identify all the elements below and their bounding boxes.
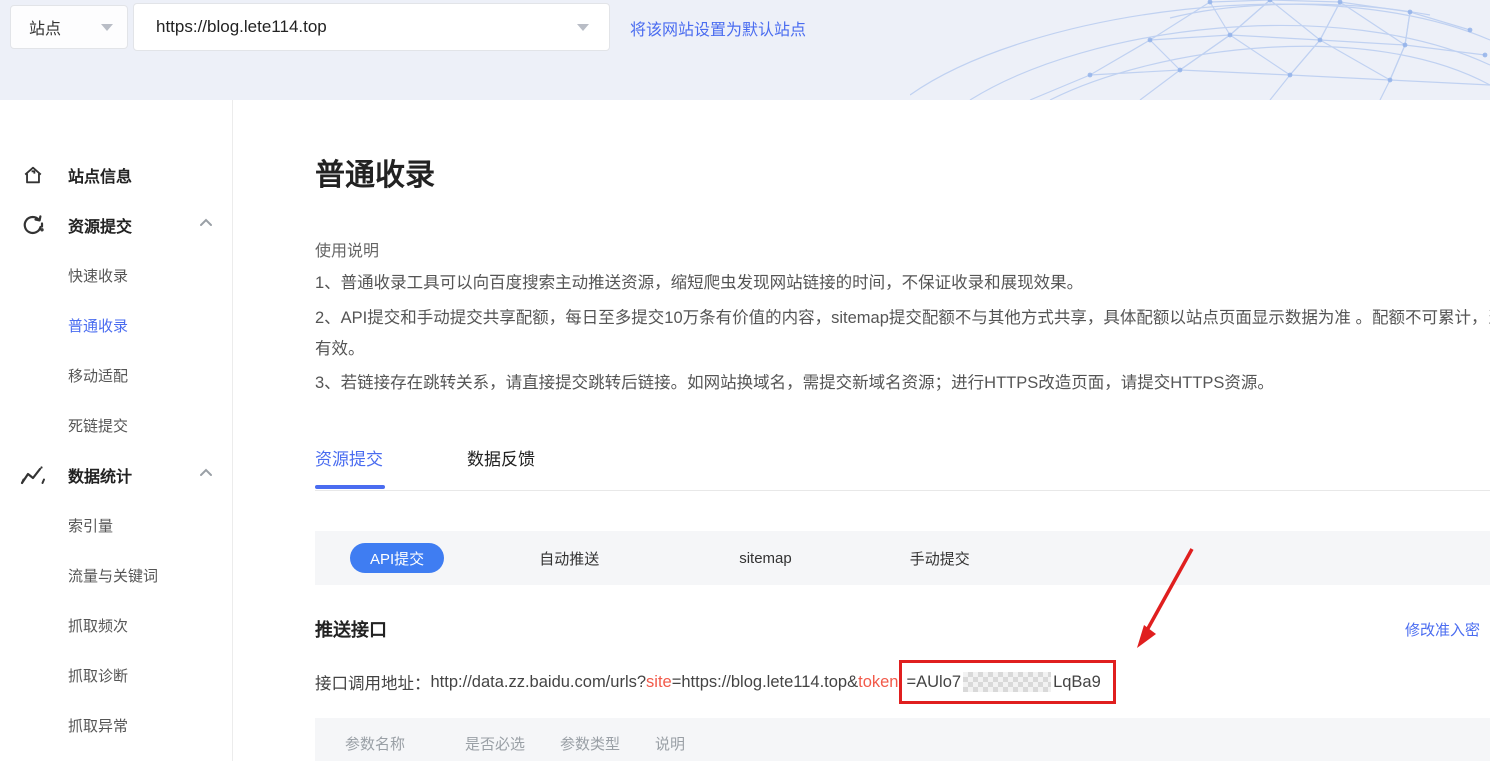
- site-url-value: https://blog.lete114.top: [156, 17, 577, 37]
- sidebar-item-mobile-adapt[interactable]: 移动适配: [0, 350, 232, 400]
- tab-resource-submit[interactable]: 资源提交: [315, 445, 383, 488]
- top-banner: 站点 https://blog.lete114.top 将该网站设置为默认站点: [0, 0, 1490, 100]
- page-title: 普通收录: [315, 150, 435, 194]
- chevron-down-icon: [101, 24, 113, 31]
- page: 站点 https://blog.lete114.top 将该网站设置为默认站点 …: [0, 0, 1490, 761]
- chevron-up-icon: [198, 465, 214, 486]
- set-default-site-link[interactable]: 将该网站设置为默认站点: [630, 16, 806, 40]
- push-api-heading: 推送接口: [315, 616, 387, 642]
- main-content: 普通收录 使用说明 1、普通收录工具可以向百度搜索主动推送资源，缩短爬虫发现网站…: [315, 100, 1490, 761]
- sidebar-item-index-volume[interactable]: 索引量: [0, 500, 232, 550]
- usage-item-3: 3、若链接存在跳转关系，请直接提交跳转后链接。如网站换域名，需提交新域名资源；进…: [315, 368, 1490, 399]
- param-token: token: [858, 673, 898, 692]
- stats-icon: [20, 462, 46, 488]
- api-call-address-line: 接口调用地址： http://data.zz.baidu.com/urls? s…: [315, 658, 1490, 706]
- sidebar-section-label: 资源提交: [68, 213, 198, 237]
- tab-label: 资源提交: [315, 450, 383, 469]
- sidebar-item-crawl-diagnosis[interactable]: 抓取诊断: [0, 650, 232, 700]
- sidebar-item-traffic-keywords[interactable]: 流量与关键词: [0, 550, 232, 600]
- censored-mosaic: [963, 672, 1051, 692]
- url-prefix: http://data.zz.baidu.com/urls?: [431, 673, 647, 692]
- column-header-param-name: 参数名称: [345, 733, 465, 754]
- wireframe-globe-graphic: [910, 0, 1490, 100]
- column-header-required: 是否必选: [465, 733, 560, 754]
- equals-sign: =: [672, 673, 682, 692]
- tab-bar: 资源提交 数据反馈: [315, 445, 1490, 491]
- sidebar-item-crawl-frequency[interactable]: 抓取频次: [0, 600, 232, 650]
- sidebar-item-dead-link[interactable]: 死链提交: [0, 400, 232, 450]
- chevron-down-icon: [577, 24, 589, 31]
- site-value: https://blog.lete114.top: [681, 673, 847, 692]
- params-table-header: 参数名称 是否必选 参数类型 说明: [315, 718, 1490, 761]
- token-suffix: LqBa9: [1053, 673, 1101, 692]
- tab-data-feedback[interactable]: 数据反馈: [467, 445, 535, 488]
- param-site: site: [646, 673, 672, 692]
- sidebar-item-fast-include[interactable]: 快速收录: [0, 250, 232, 300]
- method-pill-bar: API提交 自动推送 sitemap 手动提交: [315, 531, 1490, 585]
- usage-item-2: 2、API提交和手动提交共享配额，每日至多提交10万条有价值的内容，sitema…: [315, 303, 1490, 365]
- usage-item-1: 1、普通收录工具可以向百度搜索主动推送资源，缩短爬虫发现网站链接的时间，不保证收…: [315, 268, 1490, 299]
- sidebar-section-label: 数据统计: [68, 463, 198, 487]
- home-icon: [20, 162, 46, 188]
- sidebar-item-label: 站点信息: [68, 163, 214, 187]
- sidebar: 站点信息 资源提交 快速收录 普通收录 移动适配 死链提交: [0, 100, 233, 761]
- address-label: 接口调用地址：: [315, 670, 431, 694]
- chevron-up-icon: [198, 215, 214, 236]
- sidebar-section-resource-submit[interactable]: 资源提交: [0, 200, 232, 250]
- edit-access-key-link[interactable]: 修改准入密: [1405, 619, 1480, 640]
- site-type-label: 站点: [29, 15, 101, 39]
- sidebar-item-crawl-exception[interactable]: 抓取异常: [0, 700, 232, 750]
- site-url-select[interactable]: https://blog.lete114.top: [133, 3, 610, 51]
- equals-sign: =: [906, 673, 916, 692]
- active-tab-underline: [315, 485, 385, 489]
- pill-sitemap[interactable]: sitemap: [719, 543, 812, 573]
- pill-manual-submit[interactable]: 手动提交: [890, 543, 990, 573]
- sidebar-item-site-info[interactable]: 站点信息: [0, 150, 232, 200]
- submit-icon: [20, 212, 46, 238]
- usage-heading: 使用说明: [315, 237, 379, 261]
- sidebar-section-data-stats[interactable]: 数据统计: [0, 450, 232, 500]
- token-highlight-box: = AUlo7 LqBa9: [899, 660, 1115, 704]
- token-prefix: AUlo7: [916, 673, 961, 692]
- ampersand: &: [847, 673, 858, 692]
- pill-api-submit[interactable]: API提交: [350, 543, 444, 573]
- site-type-select[interactable]: 站点: [10, 5, 128, 49]
- pill-auto-push[interactable]: 自动推送: [519, 543, 619, 573]
- tab-label: 数据反馈: [467, 450, 535, 469]
- column-header-description: 说明: [655, 733, 685, 754]
- column-header-param-type: 参数类型: [560, 733, 655, 754]
- sidebar-item-normal-include[interactable]: 普通收录: [0, 300, 232, 350]
